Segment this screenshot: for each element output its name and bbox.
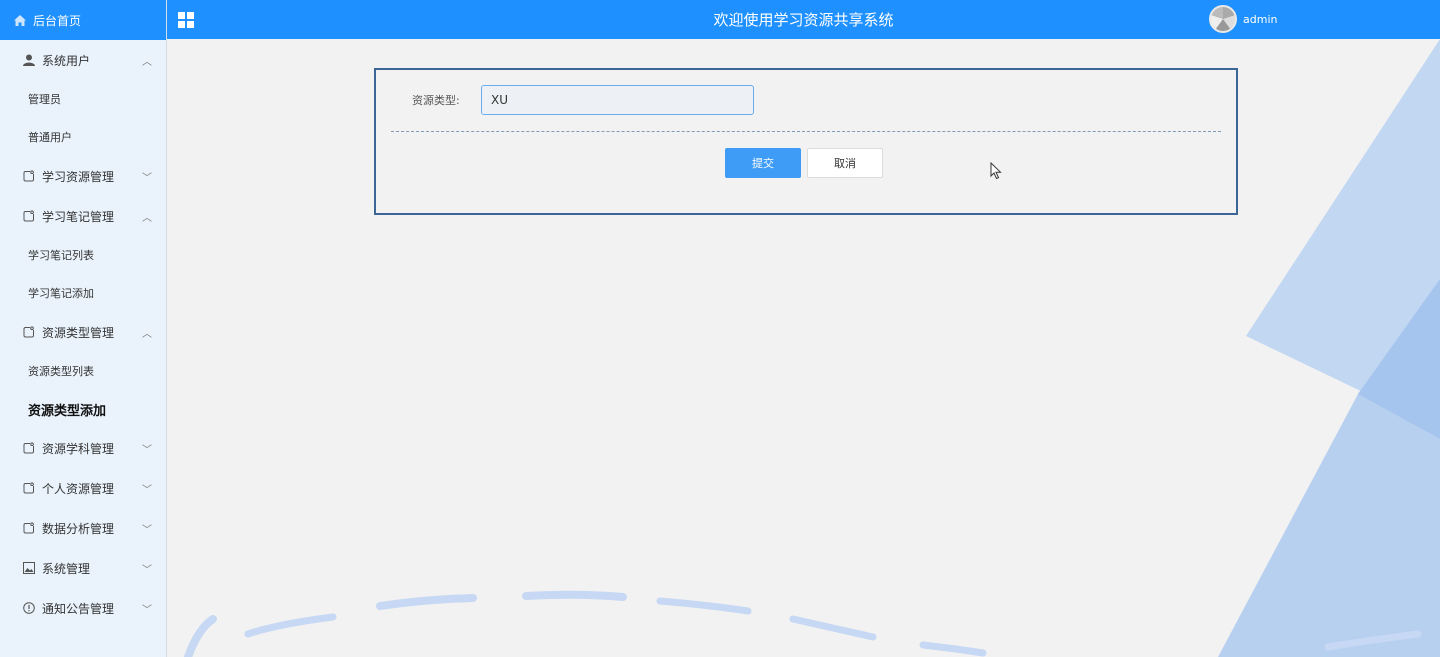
main-content: 资源类型: 提交 取消 bbox=[168, 39, 1440, 657]
sidebar-group-label: 系统用户 bbox=[42, 53, 91, 68]
document-icon bbox=[22, 441, 36, 455]
sidebar-group-resource-types[interactable]: 资源类型管理 ︿ bbox=[0, 312, 166, 352]
sidebar-group-label: 学习笔记管理 bbox=[42, 209, 115, 224]
username[interactable]: admin bbox=[1243, 13, 1277, 26]
sidebar-item-resource-types-add[interactable]: 资源类型添加 bbox=[0, 390, 166, 428]
sidebar-home-label: 后台首页 bbox=[33, 13, 82, 28]
user-icon bbox=[22, 53, 36, 67]
sidebar-group-personal-resources[interactable]: 个人资源管理 ﹀ bbox=[0, 468, 166, 508]
resource-type-form: 资源类型: 提交 取消 bbox=[374, 68, 1238, 215]
image-icon bbox=[22, 561, 36, 575]
sidebar-group-label: 资源类型管理 bbox=[42, 325, 115, 340]
sidebar-group-system[interactable]: 系统管理 ﹀ bbox=[0, 548, 166, 588]
chevron-down-icon: ﹀ bbox=[142, 172, 152, 184]
form-divider bbox=[391, 131, 1221, 132]
sidebar-group-notes[interactable]: 学习笔记管理 ︿ bbox=[0, 196, 166, 236]
chevron-down-icon: ﹀ bbox=[142, 604, 152, 616]
chevron-up-icon: ︿ bbox=[142, 328, 152, 340]
document-icon bbox=[22, 169, 36, 183]
chevron-down-icon: ﹀ bbox=[142, 444, 152, 456]
sidebar-group-notices[interactable]: 通知公告管理 ﹀ bbox=[0, 588, 166, 628]
chevron-down-icon: ﹀ bbox=[142, 564, 152, 576]
chevron-up-icon: ︿ bbox=[142, 56, 152, 68]
sidebar-group-data-analysis[interactable]: 数据分析管理 ﹀ bbox=[0, 508, 166, 548]
sidebar-item-admins[interactable]: 管理员 bbox=[0, 80, 166, 118]
sidebar-group-label: 资源学科管理 bbox=[42, 441, 115, 456]
chevron-up-icon: ︿ bbox=[142, 212, 152, 224]
document-icon bbox=[22, 521, 36, 535]
chevron-down-icon: ﹀ bbox=[142, 524, 152, 536]
sidebar-group-system-users[interactable]: 系统用户 ︿ bbox=[0, 40, 166, 80]
sidebar-group-label: 通知公告管理 bbox=[42, 601, 115, 616]
sidebar-home-link[interactable]: 后台首页 bbox=[0, 0, 166, 40]
cancel-button[interactable]: 取消 bbox=[807, 148, 883, 178]
sidebar-group-label: 学习资源管理 bbox=[42, 169, 115, 184]
submit-button[interactable]: 提交 bbox=[725, 148, 801, 178]
sidebar-group-resources[interactable]: 学习资源管理 ﹀ bbox=[0, 156, 166, 196]
sidebar-item-resource-types-list[interactable]: 资源类型列表 bbox=[0, 352, 166, 390]
document-icon bbox=[22, 325, 36, 339]
sidebar-item-notes-add[interactable]: 学习笔记添加 bbox=[0, 274, 166, 312]
document-icon bbox=[22, 209, 36, 223]
avatar[interactable] bbox=[1209, 5, 1237, 33]
chevron-down-icon: ﹀ bbox=[142, 484, 152, 496]
mouse-cursor-icon bbox=[990, 162, 1002, 180]
sidebar: 后台首页 系统用户 ︿ 管理员 普通用户 学习资源管理 ﹀ 学习笔记管理 ︿ 学… bbox=[0, 0, 167, 657]
sidebar-item-notes-list[interactable]: 学习笔记列表 bbox=[0, 236, 166, 274]
sidebar-item-normal-users[interactable]: 普通用户 bbox=[0, 118, 166, 156]
document-icon bbox=[22, 481, 36, 495]
sidebar-group-label: 个人资源管理 bbox=[42, 481, 115, 496]
info-circle-icon bbox=[22, 601, 36, 615]
top-header: 欢迎使用学习资源共享系统 admin bbox=[167, 0, 1440, 39]
sidebar-group-label: 数据分析管理 bbox=[42, 521, 115, 536]
sidebar-group-label: 系统管理 bbox=[42, 561, 91, 576]
sidebar-group-subjects[interactable]: 资源学科管理 ﹀ bbox=[0, 428, 166, 468]
resource-type-input[interactable] bbox=[481, 85, 754, 115]
resource-type-label: 资源类型: bbox=[412, 94, 460, 107]
home-icon bbox=[14, 14, 26, 26]
